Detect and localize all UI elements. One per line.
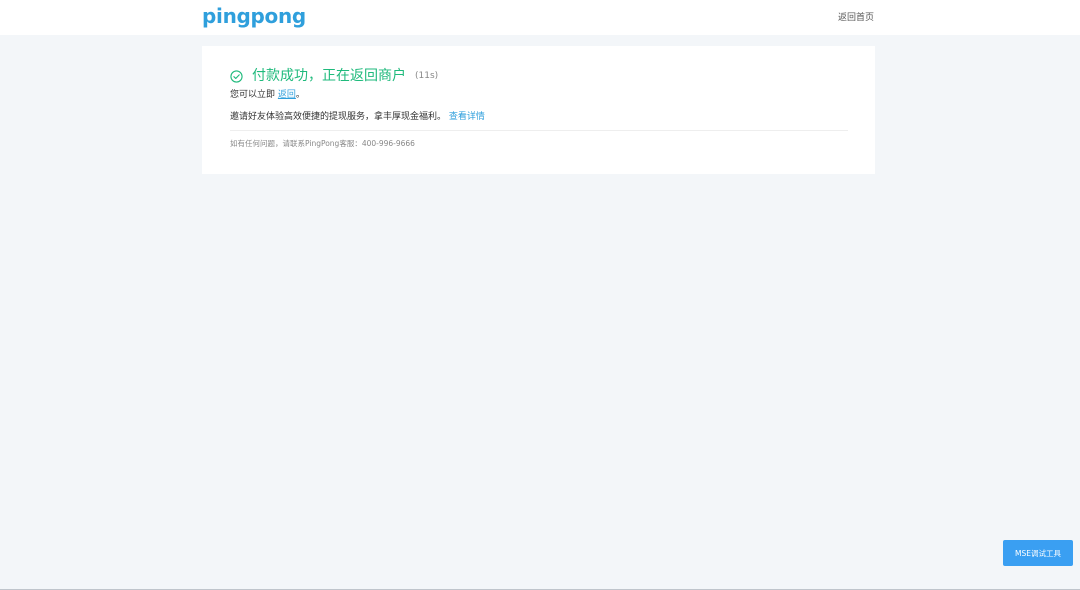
top-bar: pingpong 返回首页 bbox=[0, 0, 1080, 35]
return-home-link[interactable]: 返回首页 bbox=[838, 12, 874, 24]
payment-result-card: 付款成功，正在返回商户 (11s) 您可以立即 返回。 邀请好友体验高效便捷的提… bbox=[202, 46, 875, 174]
invite-line: 邀请好友体验高效便捷的提现服务，拿丰厚现金福利。 查看详情 bbox=[230, 111, 485, 123]
return-link[interactable]: 返回 bbox=[278, 90, 296, 100]
check-circle-icon bbox=[230, 69, 243, 83]
return-prefix: 您可以立即 bbox=[230, 90, 276, 100]
invite-text: 邀请好友体验高效便捷的提现服务，拿丰厚现金福利。 bbox=[230, 112, 447, 122]
contact-info: 如有任何问题，请联系PingPong客服：400-996-9666 bbox=[230, 139, 415, 148]
success-title: 付款成功，正在返回商户 bbox=[252, 68, 406, 84]
return-suffix: 。 bbox=[295, 90, 305, 100]
mse-debug-tool-button[interactable]: MSE调试工具 bbox=[1003, 540, 1073, 566]
pingpong-logo[interactable]: pingpong bbox=[202, 3, 306, 29]
return-line: 您可以立即 返回。 bbox=[230, 89, 305, 101]
countdown-timer: (11s) bbox=[415, 71, 439, 81]
view-details-link[interactable]: 查看详情 bbox=[449, 112, 485, 122]
success-heading: 付款成功，正在返回商户 (11s) bbox=[230, 66, 438, 86]
divider bbox=[230, 130, 848, 131]
